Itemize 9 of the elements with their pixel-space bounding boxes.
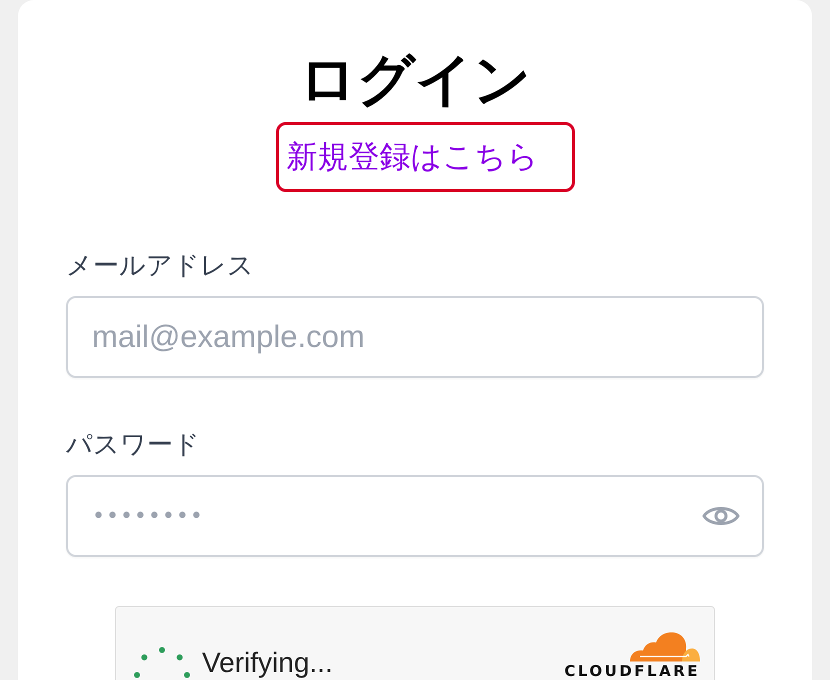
register-link[interactable]: 新規登録はこちら xyxy=(276,122,574,192)
brand-wordmark: CLOUDFLARE xyxy=(564,664,700,679)
password-field[interactable]: •••••••• xyxy=(66,475,764,557)
captcha-status: Verifying... xyxy=(202,647,333,679)
field-label: メールアドレス xyxy=(66,250,255,283)
cloud-logo-icon xyxy=(630,630,700,664)
email-field[interactable]: mail@example.com xyxy=(66,296,764,378)
page-title: ログイン xyxy=(298,46,532,114)
field-label: パスワード xyxy=(66,429,201,462)
